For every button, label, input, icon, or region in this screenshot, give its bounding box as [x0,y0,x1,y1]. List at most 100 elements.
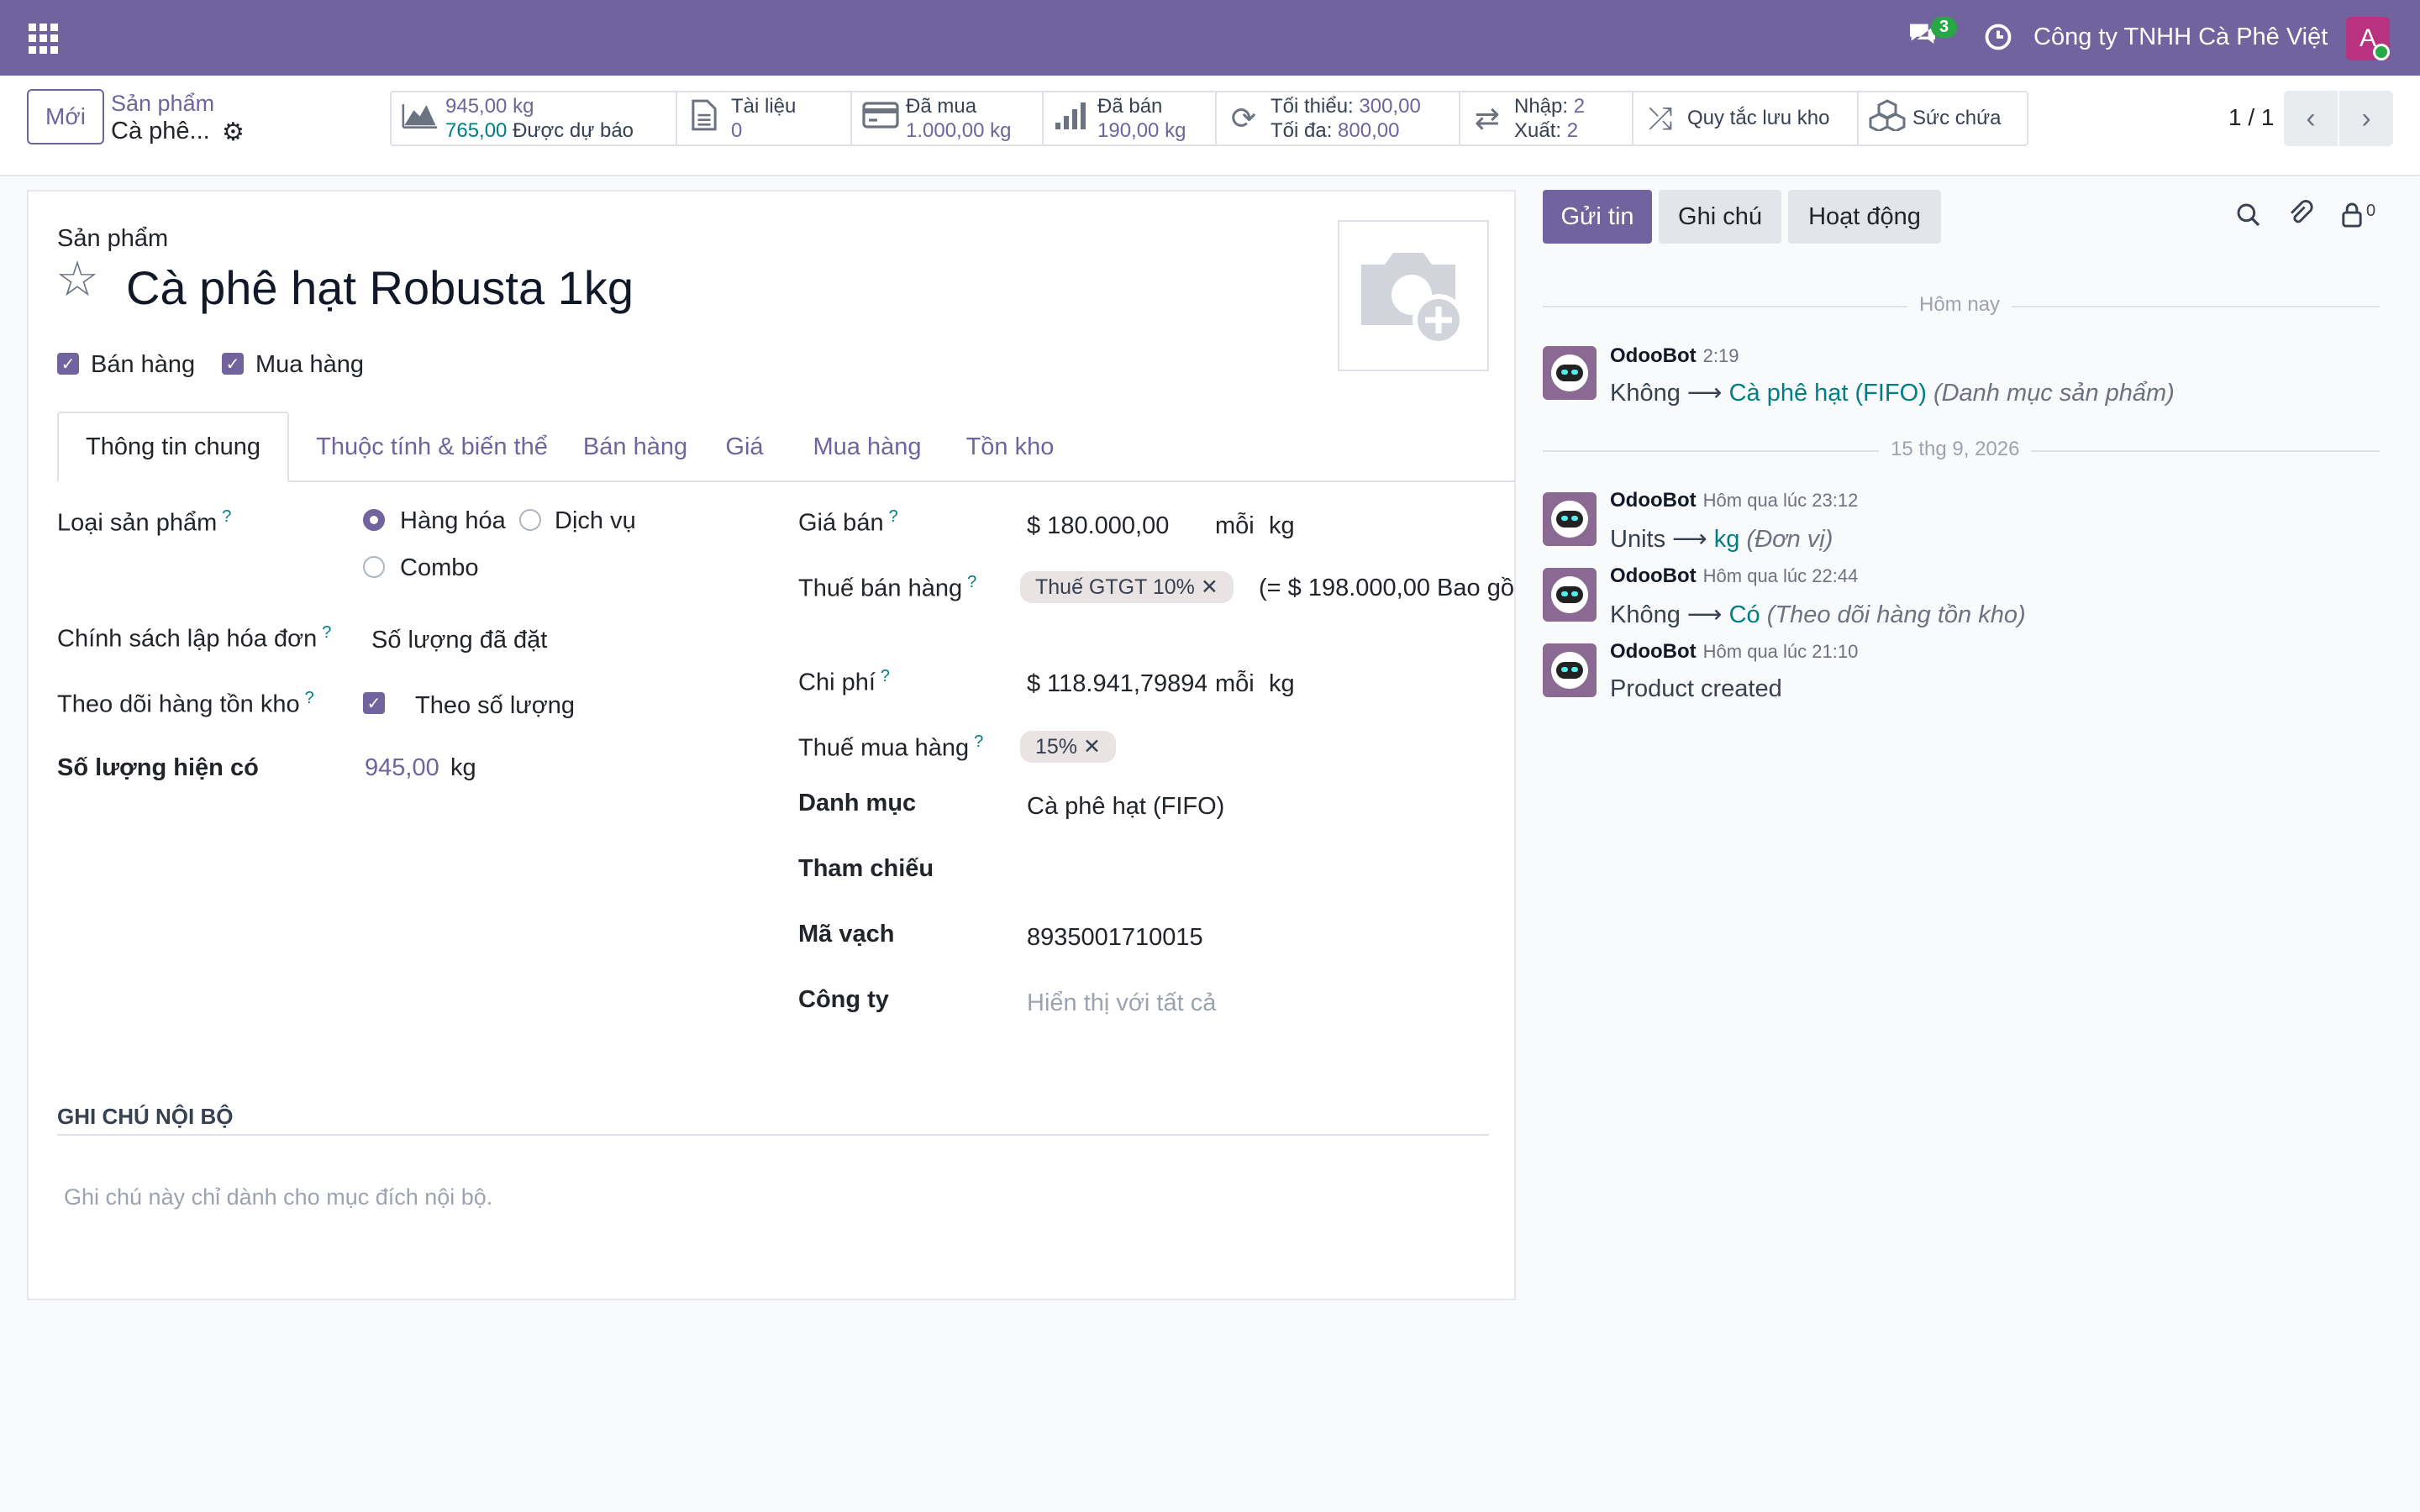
attachments-button[interactable] [2286,200,2314,233]
message-body: Product created [1610,675,1782,702]
help-icon: ? [304,689,314,707]
qty-on-hand-value[interactable]: 945,00 [365,754,439,782]
log-note-button[interactable]: Ghi chú [1659,190,1781,244]
internal-notes-editor[interactable]: Ghi chú này chỉ dành cho mục đích nội bộ… [64,1184,492,1210]
signal-bars-icon [1054,101,1087,137]
company-field[interactable]: Hiển thị với tất cả [1027,990,1216,1017]
remove-tag-icon[interactable]: ✕ [1083,735,1101,759]
product-type-label: Loại sản phẩm? [57,507,232,537]
chevron-left-icon: ‹ [2306,102,2316,134]
type-combo-radio[interactable] [363,556,385,578]
tracking-select[interactable]: Theo số lượng [415,692,575,720]
stat-purchased[interactable]: Đã mua 1.000,00 kg [852,92,1044,144]
notes-divider [57,1134,1489,1136]
camera-add-icon [1361,253,1465,346]
arrow-right-icon: ⟶ [1686,601,1723,628]
tracking-message: Units ⟶ kg (Đơn vị) [1610,526,1833,553]
sale-tax-included-info: (= $ 198.000,00 Bao gồm [1259,575,1516,601]
cubes-icon [1869,98,1906,139]
credit-card-icon [862,101,899,136]
track-inventory-checkbox[interactable]: ✓ [363,692,385,714]
stat-capacity[interactable]: Sức chứa [1859,92,2027,144]
message-header: OdooBot Hôm qua lúc 21:10 [1610,640,1859,663]
search-icon [2237,203,2260,227]
followers-button[interactable]: 0 [2339,202,2375,228]
sale-price-per: mỗi [1215,512,1255,539]
activity-button[interactable]: Hoạt động [1788,190,1941,244]
breadcrumb-current: Cà phê... [111,118,210,144]
stat-reordering[interactable]: ⟳ Tối thiểu: 300,00 Tối đa: 800,00 [1217,92,1460,144]
invoice-policy-select[interactable]: Số lượng đã đặt [371,627,547,654]
cost-label: Chi phí? [798,667,891,696]
stat-on-hand[interactable]: 945,00 kg 765,00 Được dự báo [392,92,677,144]
tab-general-info[interactable]: Thông tin chung [57,412,289,482]
pager-previous-button[interactable]: ‹ [2284,91,2338,146]
arrow-right-icon: ⟶ [1672,526,1707,553]
barcode-field[interactable]: 8935001710015 [1027,924,1203,952]
type-goods-label: Hàng hóa [400,507,506,534]
qty-on-hand-uom: kg [450,754,476,781]
help-icon: ? [880,667,891,685]
area-chart-icon [402,101,438,137]
paperclip-icon [2291,200,2313,223]
new-button[interactable]: Mới [27,89,104,144]
reference-field[interactable] [1027,852,1481,885]
message-header: OdooBot Hôm qua lúc 23:12 [1610,489,1859,512]
company-switcher[interactable]: Công ty TNHH Cà Phê Việt [2033,24,2328,51]
odoobot-avatar [1543,568,1597,622]
can-be-purchased-checkbox[interactable]: ✓ [222,353,244,375]
help-icon: ? [322,623,332,642]
exchange-icon: ⇄ [1474,101,1501,135]
product-name-field[interactable]: Cà phê hạt Robusta 1kg [126,260,634,315]
followers-count: 0 [2366,202,2376,220]
tab-sales[interactable]: Bán hàng [570,412,701,482]
sale-price-label: Giá bán? [798,507,898,537]
breadcrumb-products[interactable]: Sản phẩm [111,91,214,117]
app-menu-icon[interactable] [29,24,59,54]
remove-tag-icon[interactable]: ✕ [1201,575,1218,599]
cost-field[interactable]: $ 118.941,79894 [1027,670,1207,698]
tab-inventory[interactable]: Tồn kho [951,412,1069,482]
control-panel: Mới Sản phẩm Cà phê... ⚙ 945,00 kg 765,0… [0,76,2420,176]
stat-moves[interactable]: ⇄ Nhập: 2 Xuất: 2 [1460,92,1634,144]
help-icon: ? [888,507,898,526]
category-field[interactable]: Cà phê hạt (FIFO) [1027,793,1224,821]
can-be-sold-label: Bán hàng [91,351,196,378]
pager-value[interactable]: 1 / 1 [2228,104,2274,131]
user-lock-icon [2342,202,2362,228]
type-service-radio[interactable] [519,509,541,531]
product-image-upload[interactable] [1338,220,1489,371]
arrow-right-icon: ⟶ [1686,380,1723,407]
pager-next-button[interactable]: › [2339,91,2393,146]
can-be-purchased-label: Mua hàng [255,351,364,378]
tab-attributes-variants[interactable]: Thuộc tính & biến thể [302,412,561,482]
tracking-message: Không ⟶ Có (Theo dõi hàng tồn kho) [1610,601,2026,628]
tab-purchase[interactable]: Mua hàng [792,412,943,482]
activities-button[interactable] [1983,22,2013,56]
can-be-sold-checkbox[interactable]: ✓ [57,353,79,375]
purchase-tax-label: Thuế mua hàng? [798,732,984,762]
favorite-star-icon[interactable]: ☆ [55,255,99,304]
sale-tax-tag[interactable]: Thuế GTGT 10% ✕ [1020,571,1234,603]
document-icon [687,99,721,139]
send-message-button[interactable]: Gửi tin [1543,190,1652,244]
product-form-sheet: Sản phẩm ☆ Cà phê hạt Robusta 1kg ✓ Bán … [27,190,1516,1300]
track-inventory-label: Theo dõi hàng tồn kho? [57,689,314,718]
date-separator-date: 15 thg 9, 2026 [1879,438,2032,461]
odoobot-avatar [1543,346,1597,400]
purchase-tax-tag[interactable]: 15% ✕ [1020,731,1116,763]
tab-price[interactable]: Giá [706,412,783,482]
sale-price-field[interactable]: $ 180.000,00 [1027,512,1169,540]
gear-icon[interactable]: ⚙ [222,118,245,147]
stat-documents[interactable]: Tài liệu 0 [677,92,852,144]
message-header: OdooBot Hôm qua lúc 22:44 [1610,564,1859,587]
type-goods-radio[interactable] [363,509,385,531]
chevron-right-icon: › [2361,102,2371,134]
refresh-icon: ⟳ [1230,101,1257,135]
qty-on-hand-label: Số lượng hiện có [57,754,259,781]
stat-sold[interactable]: Đã bán 190,00 kg [1044,92,1217,144]
chatter-search-button[interactable] [2235,202,2262,233]
online-status-icon [2373,44,2390,60]
stat-putaway-rules[interactable]: ⤮ Quy tắc lưu kho [1634,92,1859,144]
invoice-policy-label: Chính sách lập hóa đơn? [57,623,332,653]
